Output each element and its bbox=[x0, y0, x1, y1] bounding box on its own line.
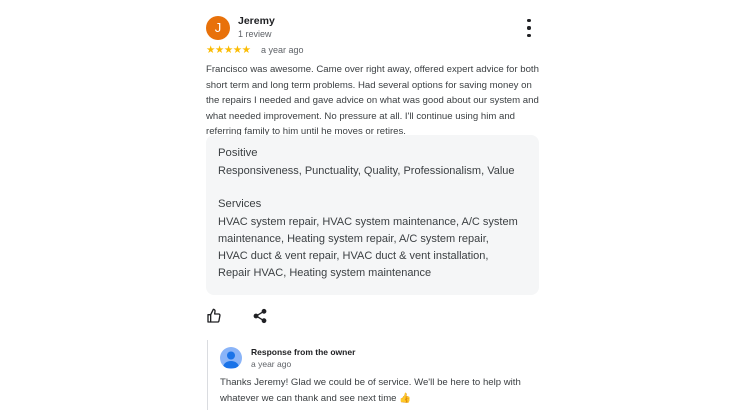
more-vert-icon[interactable] bbox=[522, 19, 536, 37]
owner-response-date: a year ago bbox=[251, 359, 292, 369]
review-text: Francisco was awesome. Came over right a… bbox=[206, 64, 539, 138]
owner-response: Response from the owner a year ago Thank… bbox=[207, 340, 548, 410]
owner-response-text-block: Thanks Jeremy! Glad we could be of servi… bbox=[220, 375, 545, 406]
review-count: 1 review bbox=[238, 29, 272, 39]
reviewer-name[interactable]: Jeremy bbox=[238, 15, 275, 27]
positive-values: Responsiveness, Punctuality, Quality, Pr… bbox=[218, 165, 515, 177]
owner-response-title: Response from the owner bbox=[251, 347, 356, 357]
thumbs-up-icon[interactable] bbox=[206, 308, 224, 326]
owner-avatar bbox=[220, 347, 242, 369]
star-rating: ★★★★★ bbox=[206, 44, 251, 56]
services-heading: Services bbox=[218, 198, 262, 210]
review-attributes-panel: Positive Responsiveness, Punctuality, Qu… bbox=[206, 135, 539, 295]
review-date: a year ago bbox=[261, 45, 304, 55]
services-values: HVAC system repair, HVAC system maintena… bbox=[218, 216, 518, 279]
thumbs-up-emoji: 👍 bbox=[399, 392, 412, 404]
reviewer-avatar[interactable]: J bbox=[206, 16, 230, 40]
share-icon[interactable] bbox=[252, 308, 270, 326]
positive-heading: Positive bbox=[218, 147, 258, 159]
owner-response-text: Thanks Jeremy! Glad we could be of servi… bbox=[220, 377, 521, 404]
